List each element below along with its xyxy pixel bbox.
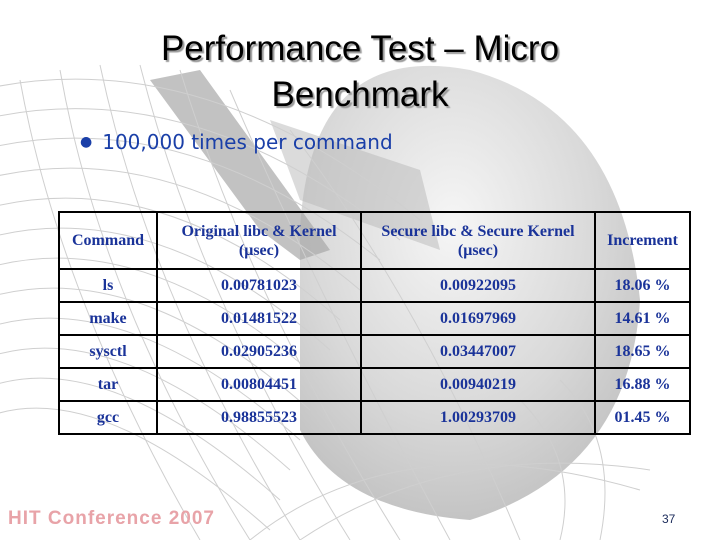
cell-command: gcc [58,400,158,435]
header-command: Command [58,211,158,270]
table-row: ls 0.00781023 0.00922095 18.06 % [58,268,691,303]
header-original-unit: (μsec) [238,241,280,259]
cell-secure: 1.00293709 [360,400,596,435]
page-number: 37 [662,512,676,526]
title-line-1: Performance Test – Micro [160,29,560,68]
cell-original: 0.01481522 [156,301,362,336]
cell-command: make [58,301,158,336]
cell-command: ls [58,268,158,303]
cell-original: 0.02905236 [156,334,362,369]
header-increment-label: Increment [607,232,678,249]
header-secure: Secure libc & Secure Kernel (μsec) [360,211,596,270]
cell-command: sysctl [58,334,158,369]
cell-secure: 0.01697969 [360,301,596,336]
header-original: Original libc & Kernel (μsec) [156,211,362,270]
title-line-2: Benchmark [271,75,449,114]
benchmark-table: Command Original libc & Kernel (μsec) Sec… [58,211,691,435]
cell-original: 0.98855523 [156,400,362,435]
table-row: gcc 0.98855523 1.00293709 01.45 % [58,400,691,435]
header-secure-label: Secure libc & Secure Kernel [381,222,575,240]
header-original-label: Original libc & Kernel [181,222,337,240]
cell-original: 0.00781023 [156,268,362,303]
header-command-label: Command [71,232,144,249]
cell-secure: 0.00922095 [360,268,596,303]
cell-increment: 01.45 % [594,400,691,435]
bullet-text: 100,000 times per command [102,130,393,154]
bullet-item: ● 100,000 times per command [80,130,393,154]
cell-increment: 16.88 % [594,367,691,402]
header-increment: Increment [594,211,691,270]
cell-secure: 0.00940219 [360,367,596,402]
table-row: tar 0.00804451 0.00940219 16.88 % [58,367,691,402]
cell-command: tar [58,367,158,402]
bullet-dot-icon: ● [80,134,93,150]
slide-title: Performance Test – Micro Benchmark [60,26,660,118]
header-secure-unit: (μsec) [457,241,499,259]
footer-brand-logo: HIT Conference 2007 [8,508,215,529]
cell-increment: 14.61 % [594,301,691,336]
cell-increment: 18.06 % [594,268,691,303]
table-row: make 0.01481522 0.01697969 14.61 % [58,301,691,336]
table-header-row: Command Original libc & Kernel (μsec) Sec… [58,211,691,270]
cell-secure: 0.03447007 [360,334,596,369]
cell-original: 0.00804451 [156,367,362,402]
table-row: sysctl 0.02905236 0.03447007 18.65 % [58,334,691,369]
cell-increment: 18.65 % [594,334,691,369]
